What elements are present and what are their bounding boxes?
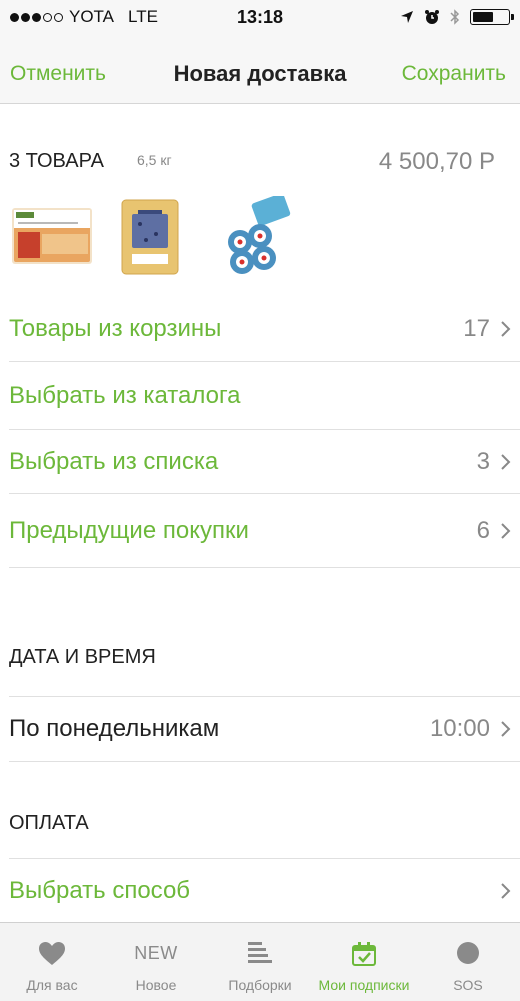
row-label: Выбрать из каталога [9,381,241,409]
status-bar: YOTA LTE 13:18 [0,0,520,34]
chevron-right-icon [501,453,511,470]
goods-summary: 3 ТОВАРА 6,5 кг 4 500,70 Р [9,148,509,178]
schedule-header: ДАТА И ВРЕМЯ [9,646,156,668]
tab-label: Новое [135,977,177,993]
product-image-cheddar[interactable] [8,196,96,276]
chevron-right-icon [501,882,511,899]
battery-level [473,12,494,22]
navigation-bar: Отменить Новая доставка Сохранить [0,34,520,104]
location-arrow-icon [401,11,413,23]
product-image-mini-cheese[interactable] [220,196,296,280]
tab-label: Мои подписки [318,977,410,993]
payment-label: Выбрать способ [9,876,191,904]
row-label: Товары из корзины [9,314,222,342]
tab-my-subscriptions[interactable]: Мои подписки [312,923,416,1001]
row-count: 17 [463,314,490,342]
status-left: YOTA LTE [10,7,180,27]
save-button[interactable]: Сохранить [402,62,506,86]
list-icon [248,942,272,963]
calendar-check-icon [352,942,376,966]
signal-strength-icon [10,12,63,22]
row-count: 6 [476,516,490,544]
row-cart-items[interactable]: Товары из корзины 17 [9,296,520,362]
network-type: LTE [128,7,158,26]
tab-label: SOS [453,977,483,993]
payment-header: ОПЛАТА [9,812,89,834]
row-payment-method[interactable]: Выбрать способ [9,858,520,922]
chevron-right-icon [501,721,511,737]
row-label: Предыдущие покупки [9,516,249,544]
status-right [400,9,514,25]
row-schedule[interactable]: По понедельникам 10:00 [9,696,520,762]
product-thumbnails [8,196,308,276]
row-label: Выбрать из списка [9,447,219,475]
schedule-label: По понедельникам [9,715,220,742]
circle-icon [457,942,479,964]
carrier-name: YOTA [69,7,115,26]
heart-icon [39,942,65,965]
goods-count: 3 ТОВАРА [9,150,104,172]
tab-bar: Для вас NEW Новое Подборки Мои подписки … [0,922,520,1001]
row-count: 3 [476,447,490,475]
battery-icon [470,9,514,25]
product-image-blue-cheese[interactable] [116,196,184,278]
row-catalog[interactable]: Выбрать из каталога [9,362,520,430]
tab-label: Подборки [228,977,292,993]
schedule-time: 10:00 [429,715,490,742]
alarm-clock-icon [425,10,439,24]
tab-for-you[interactable]: Для вас [0,923,104,1001]
status-time: 13:18 [236,6,284,27]
row-from-list[interactable]: Выбрать из списка 3 [9,430,520,494]
chevron-right-icon [501,522,511,539]
row-previous-purchases[interactable]: Предыдущие покупки 6 [9,494,520,568]
tab-sos[interactable]: SOS [416,923,520,1001]
tab-collections[interactable]: Подборки [208,923,312,1001]
bluetooth-icon [450,9,460,25]
chevron-right-icon [501,320,511,337]
tab-new[interactable]: NEW Новое [104,923,208,1001]
goods-weight: 6,5 кг [137,152,172,168]
tab-label: Для вас [26,977,78,993]
goods-price: 4 500,70 Р [378,148,495,175]
new-icon: NEW [134,943,178,963]
